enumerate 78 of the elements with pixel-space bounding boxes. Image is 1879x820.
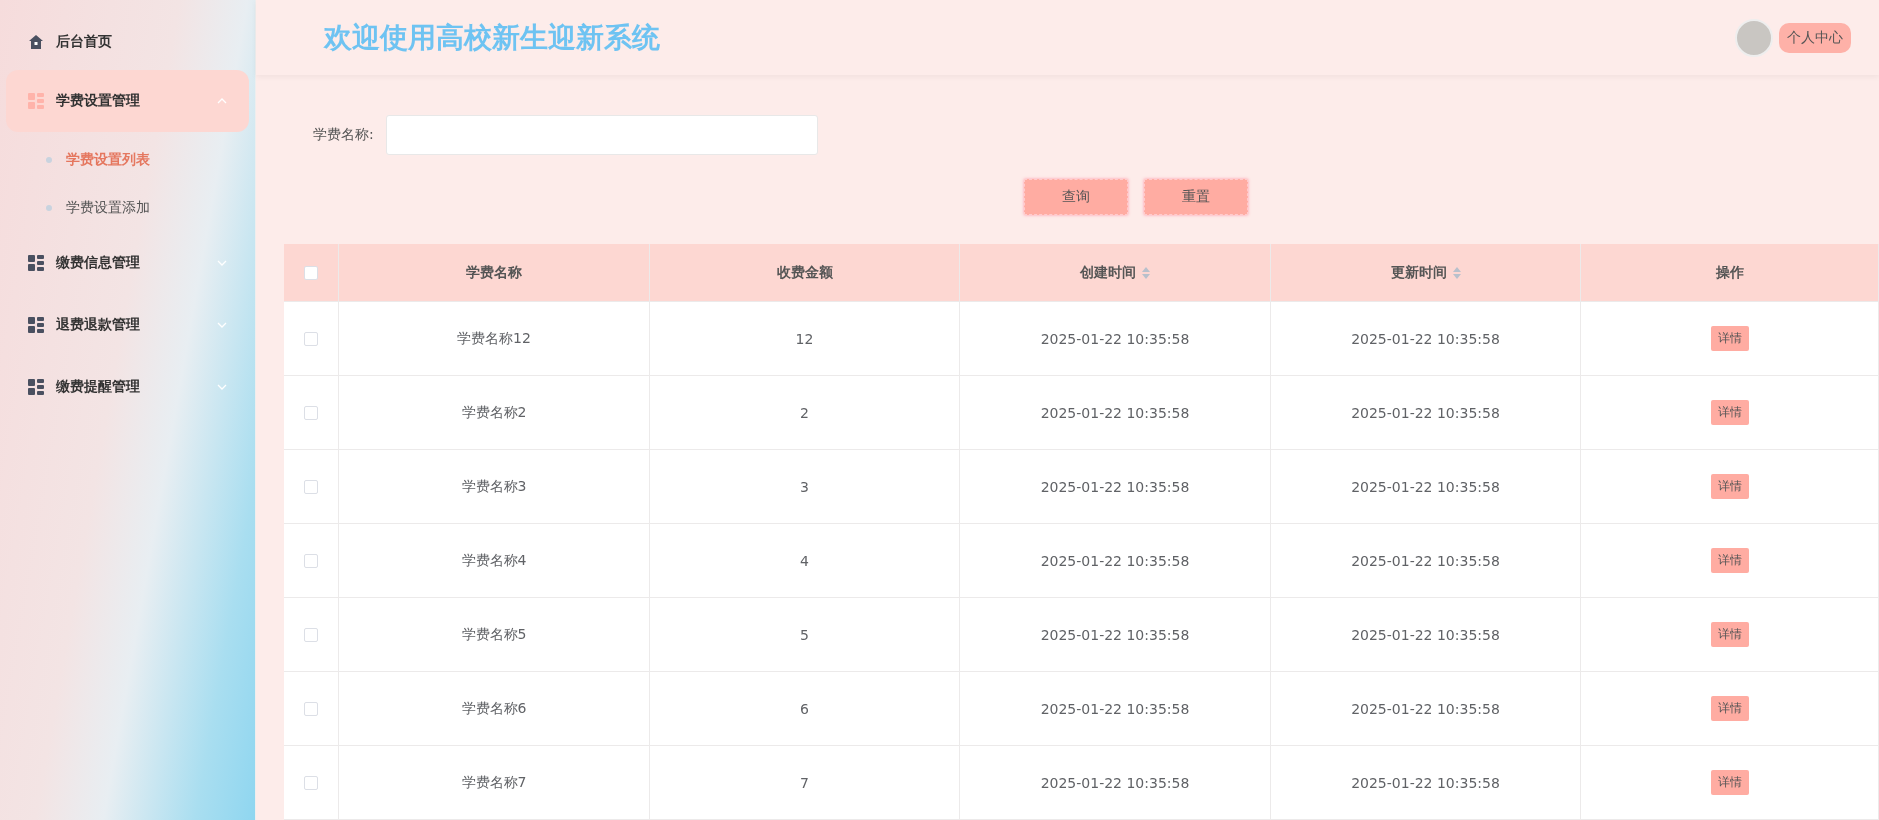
- table-cell: 学费名称12: [457, 329, 531, 348]
- table-cell: 2: [800, 404, 809, 421]
- detail-button[interactable]: 详情: [1710, 622, 1749, 647]
- table-cell: 3: [800, 478, 809, 495]
- row-checkbox[interactable]: [304, 553, 318, 568]
- table-cell: 2025-01-22 10:35:58: [1040, 626, 1190, 643]
- row-checkbox[interactable]: [304, 627, 318, 642]
- detail-button[interactable]: 详情: [1710, 326, 1749, 351]
- table-cell: 7: [800, 774, 809, 791]
- menu-label: 缴费信息管理: [56, 254, 141, 272]
- table-cell: 4: [800, 552, 809, 569]
- column-header[interactable]: 收费金额: [650, 244, 960, 301]
- table-cell: 6: [800, 700, 809, 717]
- table-cell: 学费名称2: [461, 403, 527, 422]
- column-header[interactable]: 操作: [1581, 244, 1879, 301]
- sort-icon[interactable]: [1142, 266, 1150, 279]
- chevron-up-icon: [217, 98, 227, 104]
- grid-icon: [28, 317, 44, 333]
- menu-label: 退费退款管理: [56, 316, 141, 334]
- chevron-down-icon: [217, 384, 227, 390]
- grid-icon: [28, 93, 44, 109]
- table-cell: 2025-01-22 10:35:58: [1351, 774, 1500, 791]
- detail-button[interactable]: 详情: [1710, 474, 1749, 499]
- menu-label: 缴费提醒管理: [56, 378, 141, 396]
- column-header[interactable]: 学费名称: [339, 244, 650, 301]
- sort-icon[interactable]: [1452, 266, 1461, 279]
- detail-button[interactable]: 详情: [1710, 548, 1749, 573]
- menu-label: 后台首页: [56, 33, 113, 51]
- chevron-down-icon: [217, 260, 227, 266]
- menu-label: 学费设置管理: [56, 92, 141, 110]
- table-cell: 2025-01-22 10:35:58: [1351, 478, 1500, 495]
- table-cell: 2025-01-22 10:35:58: [1351, 626, 1500, 643]
- table-cell: 2025-01-22 10:35:58: [1351, 700, 1500, 717]
- reset-button[interactable]: 重置: [1144, 179, 1248, 215]
- field-label: 学费名称:: [313, 126, 374, 144]
- row-checkbox[interactable]: [304, 405, 318, 420]
- bullet-icon: [46, 157, 52, 163]
- table-cell: 2025-01-22 10:35:58: [1351, 552, 1500, 569]
- detail-button[interactable]: 详情: [1710, 770, 1749, 795]
- column-header[interactable]: 更新时间: [1271, 244, 1581, 301]
- table-cell: 2025-01-22 10:35:58: [1040, 552, 1190, 569]
- home-icon: [28, 34, 44, 50]
- column-header[interactable]: 创建时间: [960, 244, 1271, 301]
- table-cell: 2025-01-22 10:35:58: [1351, 330, 1500, 347]
- table-cell: 2025-01-22 10:35:58: [1040, 700, 1190, 717]
- submenu-item[interactable]: 学费设置添加: [66, 199, 150, 217]
- table-cell: 2025-01-22 10:35:58: [1040, 774, 1190, 791]
- table-cell: 学费名称4: [461, 551, 527, 570]
- row-checkbox[interactable]: [304, 701, 318, 716]
- row-checkbox[interactable]: [304, 479, 318, 494]
- row-checkbox[interactable]: [304, 331, 318, 346]
- sidebar-menu-item[interactable]: 缴费提醒管理: [6, 356, 249, 418]
- grid-icon: [28, 379, 44, 395]
- profile-button[interactable]: 个人中心: [1779, 22, 1851, 53]
- search-button[interactable]: 查询: [1024, 179, 1128, 215]
- grid-icon: [28, 255, 44, 271]
- table-cell: 5: [800, 626, 809, 643]
- table-cell: 12: [795, 330, 814, 347]
- sidebar-menu-item[interactable]: 后台首页: [6, 14, 249, 70]
- table-cell: 学费名称5: [461, 625, 527, 644]
- avatar[interactable]: [1735, 18, 1773, 57]
- sidebar-menu-item[interactable]: 退费退款管理: [6, 294, 249, 356]
- select-all-checkbox[interactable]: [304, 265, 318, 280]
- sidebar-menu-item[interactable]: 缴费信息管理: [6, 232, 249, 294]
- table-cell: 2025-01-22 10:35:58: [1040, 478, 1190, 495]
- table-cell: 2025-01-22 10:35:58: [1040, 330, 1190, 347]
- table-cell: 2025-01-22 10:35:58: [1351, 404, 1500, 421]
- detail-button[interactable]: 详情: [1710, 400, 1749, 425]
- chevron-down-icon: [217, 322, 227, 328]
- page-title: 欢迎使用高校新生迎新系统: [324, 19, 660, 56]
- sidebar-menu-item[interactable]: 学费设置管理: [6, 70, 249, 132]
- row-checkbox[interactable]: [304, 775, 318, 790]
- table-cell: 学费名称6: [461, 699, 527, 718]
- table-cell: 学费名称7: [461, 773, 527, 792]
- bullet-icon: [46, 205, 52, 211]
- table-cell: 2025-01-22 10:35:58: [1040, 404, 1190, 421]
- detail-button[interactable]: 详情: [1710, 696, 1749, 721]
- table-cell: 学费名称3: [461, 477, 527, 496]
